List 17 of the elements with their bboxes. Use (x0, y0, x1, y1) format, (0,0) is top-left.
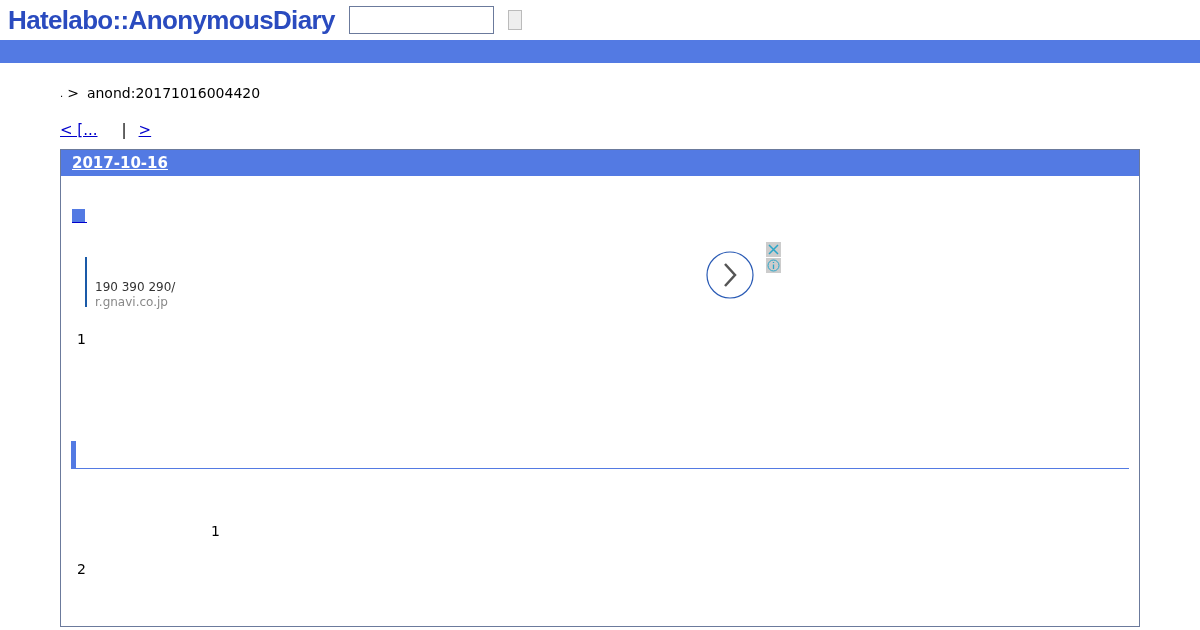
body-text: 2 (77, 561, 86, 577)
next-link[interactable]: > (134, 118, 156, 142)
pager-divider: | (121, 119, 127, 141)
search-field[interactable] (348, 6, 494, 34)
ad-text: 190 390 290/ (95, 279, 177, 295)
breadcrumb-link[interactable]: . (60, 85, 64, 101)
site-logo[interactable]: Hatelabo::AnonymousDiary (8, 0, 335, 40)
breadcrumb-separator: > (67, 83, 79, 103)
square-icon (72, 209, 85, 222)
ad-url: r.gnavi.co.jp (95, 295, 169, 309)
body-text: 1 (77, 331, 86, 347)
date-link[interactable]: 2017-10-16 (72, 151, 168, 175)
previous-link[interactable]: < [... (60, 118, 114, 142)
breadcrumb-current: anond:20171016004420 (86, 83, 261, 103)
arrow-button[interactable] (706, 251, 754, 299)
body-text: 1 (211, 523, 220, 539)
entry-anchor-link[interactable] (72, 208, 87, 223)
